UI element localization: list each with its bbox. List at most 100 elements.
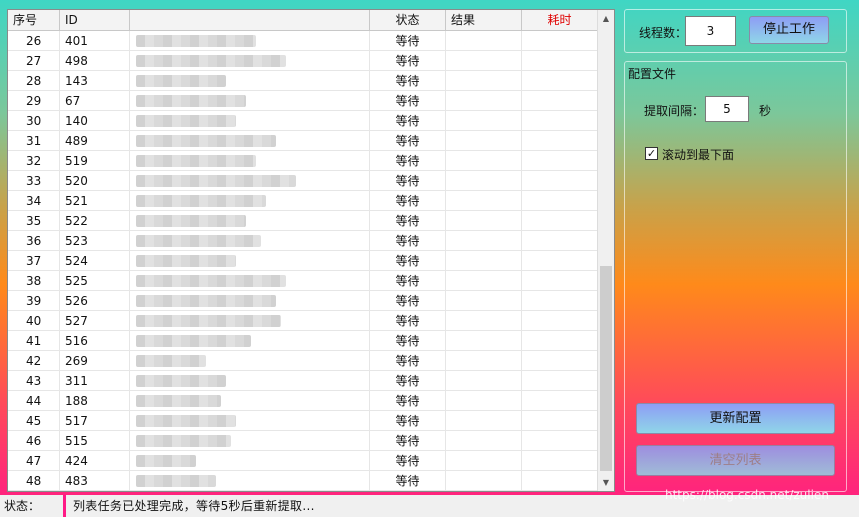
scroll-to-bottom-checkbox[interactable]: ✓ — [645, 147, 658, 160]
update-config-button[interactable]: 更新配置 — [636, 403, 835, 434]
table-row[interactable]: 27 498 等待 — [8, 51, 597, 71]
row-time — [522, 291, 597, 311]
redacted-text — [136, 135, 276, 147]
scroll-to-bottom-label[interactable]: 滚动到最下面 — [662, 146, 734, 163]
row-name-redacted — [130, 411, 370, 431]
row-name-redacted — [130, 151, 370, 171]
row-result — [446, 191, 522, 211]
redacted-text — [136, 115, 236, 127]
row-status: 等待 — [370, 411, 446, 431]
table-row[interactable]: 36 523 等待 — [8, 231, 597, 251]
thread-count-input[interactable]: 3 — [685, 16, 736, 46]
row-seq: 41 — [8, 331, 60, 351]
row-status: 等待 — [370, 51, 446, 71]
row-name-redacted — [130, 331, 370, 351]
vertical-scrollbar[interactable]: ▲ ▼ — [597, 10, 614, 491]
row-status: 等待 — [370, 211, 446, 231]
row-status: 等待 — [370, 251, 446, 271]
row-time — [522, 31, 597, 51]
thread-count-label: 线程数： — [639, 26, 688, 40]
row-name-redacted — [130, 211, 370, 231]
row-status: 等待 — [370, 271, 446, 291]
interval-input[interactable]: 5 — [705, 96, 749, 122]
row-seq: 46 — [8, 431, 60, 451]
table-row[interactable]: 30 140 等待 — [8, 111, 597, 131]
row-time — [522, 251, 597, 271]
row-name-redacted — [130, 171, 370, 191]
row-seq: 36 — [8, 231, 60, 251]
redacted-text — [136, 415, 236, 427]
table-row[interactable]: 33 520 等待 — [8, 171, 597, 191]
row-status: 等待 — [370, 231, 446, 251]
row-time — [522, 211, 597, 231]
row-name-redacted — [130, 71, 370, 91]
row-time — [522, 71, 597, 91]
column-header-result[interactable]: 结果 — [446, 10, 522, 31]
column-header-time[interactable]: 耗时 — [522, 10, 597, 31]
table-row[interactable]: 32 519 等待 — [8, 151, 597, 171]
table-row[interactable]: 45 517 等待 — [8, 411, 597, 431]
row-seq: 30 — [8, 111, 60, 131]
row-time — [522, 391, 597, 411]
row-result — [446, 231, 522, 251]
row-name-redacted — [130, 431, 370, 451]
row-time — [522, 451, 597, 471]
scroll-thumb[interactable] — [600, 266, 612, 471]
row-time — [522, 371, 597, 391]
row-status: 等待 — [370, 311, 446, 331]
row-seq: 48 — [8, 471, 60, 491]
row-id: 67 — [60, 91, 130, 111]
table-row[interactable]: 35 522 等待 — [8, 211, 597, 231]
row-status: 等待 — [370, 371, 446, 391]
stop-work-button[interactable]: 停止工作 — [749, 16, 829, 44]
task-list[interactable]: 序号 ID 状态 结果 耗时 26 401 等待 27 498 等待 28 143 等待 29 67… — [7, 9, 615, 492]
row-result — [446, 251, 522, 271]
row-status: 等待 — [370, 391, 446, 411]
column-header-id[interactable]: ID — [60, 10, 130, 31]
row-result — [446, 391, 522, 411]
row-result — [446, 291, 522, 311]
clear-list-button[interactable]: 清空列表 — [636, 445, 835, 476]
row-name-redacted — [130, 471, 370, 491]
row-status: 等待 — [370, 31, 446, 51]
table-row[interactable]: 43 311 等待 — [8, 371, 597, 391]
row-status: 等待 — [370, 151, 446, 171]
table-row[interactable]: 38 525 等待 — [8, 271, 597, 291]
table-row[interactable]: 42 269 等待 — [8, 351, 597, 371]
table-row[interactable]: 46 515 等待 — [8, 431, 597, 451]
table-row[interactable]: 40 527 等待 — [8, 311, 597, 331]
table-row[interactable]: 39 526 等待 — [8, 291, 597, 311]
table-row[interactable]: 41 516 等待 — [8, 331, 597, 351]
row-time — [522, 411, 597, 431]
row-status: 等待 — [370, 471, 446, 491]
scroll-down-icon[interactable]: ▼ — [598, 474, 614, 491]
redacted-text — [136, 235, 261, 247]
row-time — [522, 231, 597, 251]
row-id: 516 — [60, 331, 130, 351]
row-id: 143 — [60, 71, 130, 91]
column-header-name[interactable] — [130, 10, 370, 31]
row-result — [446, 171, 522, 191]
table-row[interactable]: 47 424 等待 — [8, 451, 597, 471]
table-row[interactable]: 28 143 等待 — [8, 71, 597, 91]
row-id: 483 — [60, 471, 130, 491]
redacted-text — [136, 295, 276, 307]
scroll-up-icon[interactable]: ▲ — [598, 10, 614, 27]
row-result — [446, 331, 522, 351]
row-status: 等待 — [370, 291, 446, 311]
table-row[interactable]: 29 67 等待 — [8, 91, 597, 111]
table-row[interactable]: 31 489 等待 — [8, 131, 597, 151]
row-time — [522, 311, 597, 331]
interval-unit: 秒 — [759, 104, 772, 118]
table-row[interactable]: 44 188 等待 — [8, 391, 597, 411]
table-row[interactable]: 26 401 等待 — [8, 31, 597, 51]
redacted-text — [136, 75, 226, 87]
column-header-status[interactable]: 状态 — [370, 10, 446, 31]
column-header-seq[interactable]: 序号 — [8, 10, 60, 31]
row-seq: 31 — [8, 131, 60, 151]
table-row[interactable]: 37 524 等待 — [8, 251, 597, 271]
redacted-text — [136, 175, 296, 187]
table-row[interactable]: 48 483 等待 — [8, 471, 597, 491]
row-time — [522, 271, 597, 291]
table-row[interactable]: 34 521 等待 — [8, 191, 597, 211]
